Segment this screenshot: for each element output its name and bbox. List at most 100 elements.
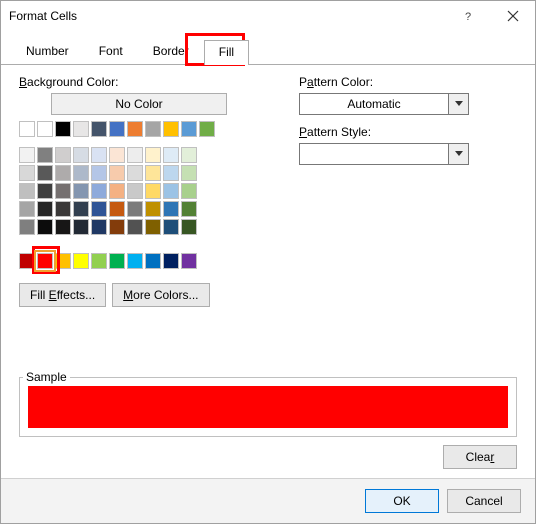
standard-color-row xyxy=(19,253,259,269)
help-icon: ? xyxy=(463,10,475,22)
color-swatch[interactable] xyxy=(145,201,161,217)
color-swatch[interactable] xyxy=(91,183,107,199)
no-color-button[interactable]: No Color xyxy=(51,93,227,115)
color-swatch[interactable] xyxy=(181,183,197,199)
more-colors-button[interactable]: More Colors... xyxy=(112,283,209,307)
help-button[interactable]: ? xyxy=(447,1,491,31)
color-swatch[interactable] xyxy=(127,121,143,137)
color-swatch[interactable] xyxy=(163,147,179,163)
cancel-button[interactable]: Cancel xyxy=(447,489,521,513)
color-swatch[interactable] xyxy=(127,147,143,163)
standard-color-swatch[interactable] xyxy=(55,253,71,269)
color-swatch[interactable] xyxy=(55,121,71,137)
color-swatch[interactable] xyxy=(91,165,107,181)
color-swatch[interactable] xyxy=(73,183,89,199)
color-swatch[interactable] xyxy=(181,201,197,217)
color-swatch[interactable] xyxy=(37,219,53,235)
color-swatch[interactable] xyxy=(55,147,71,163)
color-swatch[interactable] xyxy=(163,201,179,217)
color-swatch[interactable] xyxy=(145,219,161,235)
tab-border[interactable]: Border xyxy=(138,39,204,64)
color-swatch[interactable] xyxy=(55,219,71,235)
standard-color-swatch[interactable] xyxy=(163,253,179,269)
color-swatch[interactable] xyxy=(55,201,71,217)
color-swatch[interactable] xyxy=(127,165,143,181)
close-button[interactable] xyxy=(491,1,535,31)
color-swatch[interactable] xyxy=(19,201,35,217)
background-color-label: Background Color: xyxy=(19,75,259,89)
dialog-title: Format Cells xyxy=(9,9,77,23)
color-swatch[interactable] xyxy=(127,219,143,235)
color-swatch[interactable] xyxy=(181,121,197,137)
color-swatch[interactable] xyxy=(55,183,71,199)
color-swatch[interactable] xyxy=(127,183,143,199)
standard-color-swatch[interactable] xyxy=(145,253,161,269)
color-swatch[interactable] xyxy=(37,147,53,163)
dialog-body: Background Color: No Color Fill Effects.… xyxy=(1,65,535,478)
color-swatch[interactable] xyxy=(73,219,89,235)
color-swatch[interactable] xyxy=(55,165,71,181)
standard-color-swatch[interactable] xyxy=(91,253,107,269)
standard-color-swatch[interactable] xyxy=(181,253,197,269)
chevron-down-icon xyxy=(448,144,468,164)
tab-font[interactable]: Font xyxy=(84,39,138,64)
color-swatch[interactable] xyxy=(19,183,35,199)
color-swatch[interactable] xyxy=(163,219,179,235)
color-swatch[interactable] xyxy=(91,219,107,235)
chevron-down-icon xyxy=(448,94,468,114)
close-icon xyxy=(507,10,519,22)
color-swatch[interactable] xyxy=(109,183,125,199)
svg-text:?: ? xyxy=(465,11,471,22)
tab-fill[interactable]: Fill xyxy=(204,40,249,65)
color-swatch[interactable] xyxy=(91,147,107,163)
color-swatch[interactable] xyxy=(19,147,35,163)
color-swatch[interactable] xyxy=(73,165,89,181)
pattern-color-label: Pattern Color: xyxy=(299,75,517,89)
color-swatch[interactable] xyxy=(37,121,53,137)
tab-number[interactable]: Number xyxy=(11,39,84,64)
color-swatch[interactable] xyxy=(37,165,53,181)
color-swatch[interactable] xyxy=(109,147,125,163)
color-swatch[interactable] xyxy=(73,201,89,217)
standard-color-swatch[interactable] xyxy=(19,253,35,269)
pattern-color-dropdown[interactable]: Automatic xyxy=(299,93,469,115)
standard-color-swatch[interactable] xyxy=(73,253,89,269)
color-swatch[interactable] xyxy=(19,165,35,181)
swatch-no-color[interactable] xyxy=(19,121,35,137)
color-swatch[interactable] xyxy=(181,219,197,235)
color-swatch[interactable] xyxy=(109,121,125,137)
color-swatch[interactable] xyxy=(109,219,125,235)
standard-color-swatch[interactable] xyxy=(37,253,53,269)
color-swatch[interactable] xyxy=(199,121,215,137)
color-swatch[interactable] xyxy=(109,201,125,217)
ok-button[interactable]: OK xyxy=(365,489,439,513)
color-swatch[interactable] xyxy=(145,183,161,199)
standard-color-swatch[interactable] xyxy=(109,253,125,269)
color-swatch[interactable] xyxy=(163,121,179,137)
color-swatch[interactable] xyxy=(109,165,125,181)
color-swatch[interactable] xyxy=(145,121,161,137)
color-swatch[interactable] xyxy=(163,165,179,181)
pattern-style-label: Pattern Style: xyxy=(299,125,517,139)
color-swatch[interactable] xyxy=(91,121,107,137)
pattern-color-value: Automatic xyxy=(300,97,448,111)
color-swatch[interactable] xyxy=(37,183,53,199)
sample-label: Sample xyxy=(23,370,70,384)
color-swatch[interactable] xyxy=(37,201,53,217)
clear-button[interactable]: Clear xyxy=(443,445,517,469)
color-swatch[interactable] xyxy=(145,165,161,181)
color-swatch[interactable] xyxy=(19,219,35,235)
color-swatch[interactable] xyxy=(163,183,179,199)
theme-color-palette xyxy=(19,121,259,235)
standard-color-swatch[interactable] xyxy=(127,253,143,269)
color-swatch[interactable] xyxy=(181,165,197,181)
fill-effects-button[interactable]: Fill Effects... xyxy=(19,283,106,307)
color-swatch[interactable] xyxy=(127,201,143,217)
pattern-style-dropdown[interactable] xyxy=(299,143,469,165)
dialog-footer: OK Cancel xyxy=(1,478,535,523)
color-swatch[interactable] xyxy=(91,201,107,217)
color-swatch[interactable] xyxy=(73,121,89,137)
color-swatch[interactable] xyxy=(73,147,89,163)
color-swatch[interactable] xyxy=(181,147,197,163)
color-swatch[interactable] xyxy=(145,147,161,163)
